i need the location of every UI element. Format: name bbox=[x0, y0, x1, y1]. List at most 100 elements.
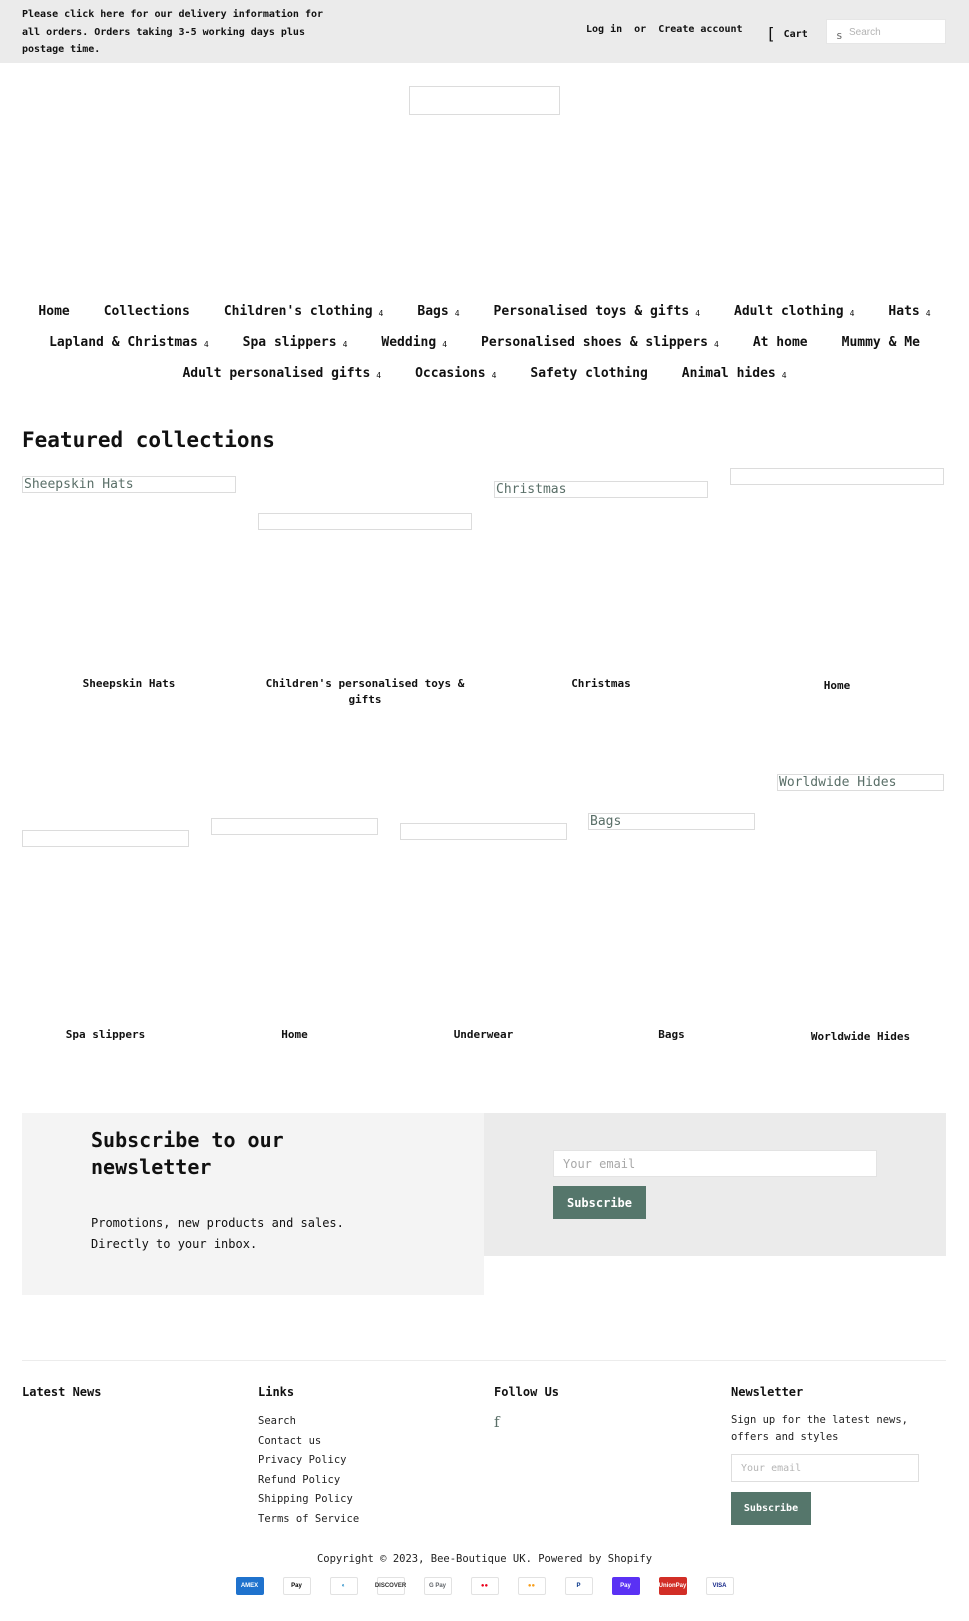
nav-row: Adult personalised gifts 4 Occasions 4 Safet… bbox=[0, 358, 969, 389]
or-text: or bbox=[634, 24, 647, 35]
nav-item-label: Safety clothing bbox=[530, 366, 648, 381]
chevron-down-icon: 4 bbox=[376, 371, 382, 380]
paypal-icon: P bbox=[564, 1577, 593, 1595]
nav-item-mummy-and-me[interactable]: Mummy & Me bbox=[842, 335, 920, 350]
diners-club-icon: ◐ bbox=[329, 1577, 358, 1595]
nav-item-animal-hides[interactable]: Animal hides 4 bbox=[682, 366, 787, 381]
chevron-down-icon: 4 bbox=[695, 309, 701, 318]
chevron-down-icon: 4 bbox=[442, 340, 448, 349]
chevron-down-icon: 4 bbox=[849, 309, 855, 318]
cart-label: Cart bbox=[783, 29, 808, 40]
newsletter-subscribe-button[interactable]: Subscribe bbox=[553, 1186, 646, 1219]
nav-item-safety-clothing[interactable]: Safety clothing bbox=[530, 366, 647, 381]
nav-item-children-s-clothing[interactable]: Children's clothing 4 bbox=[224, 304, 384, 319]
footer-link-contact-us[interactable]: Contact us bbox=[258, 1432, 359, 1452]
search-icon[interactable]: s bbox=[836, 29, 843, 42]
footer-link-refund-policy[interactable]: Refund Policy bbox=[258, 1471, 359, 1491]
chevron-down-icon: 4 bbox=[454, 309, 460, 318]
search-box: s bbox=[826, 19, 946, 44]
collection-title[interactable]: Children's personalised toys & gifts bbox=[258, 676, 472, 708]
collection-image[interactable]: Bags bbox=[588, 813, 755, 830]
collection-image[interactable] bbox=[730, 468, 944, 485]
footer-divider bbox=[22, 1360, 946, 1361]
collection-image[interactable] bbox=[211, 818, 378, 835]
nav-item-adult-personalised-gifts[interactable]: Adult personalised gifts 4 bbox=[182, 366, 381, 381]
collection-image[interactable] bbox=[400, 823, 567, 840]
create-account-link[interactable]: Create account bbox=[658, 24, 742, 35]
payment-icons: AMEX Pay ◐ DISCOVER G Pay ●● ●● P Pay UnionPay VIS… bbox=[0, 1577, 969, 1595]
collection-image[interactable] bbox=[22, 830, 189, 847]
follow-us-heading: Follow Us bbox=[494, 1385, 560, 1399]
maestro-icon: ●● bbox=[470, 1577, 499, 1595]
nav-item-label: Personalised shoes & slippers bbox=[481, 335, 708, 350]
footer-link-privacy-policy[interactable]: Privacy Policy bbox=[258, 1451, 359, 1471]
collection-image[interactable] bbox=[258, 513, 472, 530]
chevron-down-icon: 4 bbox=[378, 309, 384, 318]
collection-title[interactable]: Underwear bbox=[400, 1027, 567, 1043]
visa-icon: VISA bbox=[705, 1577, 734, 1595]
chevron-down-icon: 4 bbox=[714, 340, 719, 349]
site-logo[interactable] bbox=[409, 86, 560, 115]
nav-item-home[interactable]: Home bbox=[38, 304, 69, 319]
american-express-icon: AMEX bbox=[235, 1577, 264, 1595]
newsletter-info-panel: Subscribe to our newsletter Promotions, … bbox=[22, 1113, 484, 1295]
footer-newsletter-text: Sign up for the latest news, offers and … bbox=[731, 1414, 909, 1443]
search-input[interactable] bbox=[849, 23, 941, 41]
footer-link-shipping-policy[interactable]: Shipping Policy bbox=[258, 1490, 359, 1510]
collection-image[interactable]: Worldwide Hides bbox=[777, 774, 944, 791]
newsletter-form-panel: Subscribe bbox=[484, 1113, 946, 1256]
shop-pay-icon: Pay bbox=[611, 1577, 640, 1595]
nav-item-label: Lapland & Christmas bbox=[49, 335, 198, 350]
newsletter-email-input[interactable] bbox=[553, 1150, 877, 1177]
collection-image[interactable]: Christmas bbox=[494, 481, 708, 498]
login-link[interactable]: Log in bbox=[586, 24, 622, 35]
main-navigation: Home Collections Children's clothing 4 Bags 4… bbox=[0, 296, 969, 389]
footer-link-search[interactable]: Search bbox=[258, 1412, 359, 1432]
links-heading: Links bbox=[258, 1385, 295, 1399]
nav-item-personalised-toys-and-gifts[interactable]: Personalised toys & gifts 4 bbox=[494, 304, 701, 319]
nav-item-label: Animal hides bbox=[681, 366, 776, 381]
footer-latest-news: Latest News bbox=[22, 1385, 101, 1412]
collection-image[interactable]: Sheepskin Hats bbox=[22, 476, 236, 493]
chevron-down-icon: 4 bbox=[925, 309, 931, 318]
nav-item-label: At home bbox=[752, 335, 808, 350]
facebook-icon[interactable]: f bbox=[494, 1413, 500, 1431]
featured-collections-title: Featured collections bbox=[22, 428, 275, 452]
nav-item-personalised-shoes-and-slippers[interactable]: Personalised shoes & slippers 4 bbox=[481, 335, 719, 350]
account-links: Log in or Create account bbox=[586, 24, 749, 35]
nav-item-collections[interactable]: Collections bbox=[104, 304, 190, 319]
nav-item-label: Hats bbox=[888, 304, 920, 319]
newsletter-title: Subscribe to our newsletter bbox=[91, 1128, 284, 1179]
collection-title[interactable]: Sheepskin Hats bbox=[22, 676, 236, 692]
nav-item-spa-slippers[interactable]: Spa slippers 4 bbox=[243, 335, 348, 350]
discover-icon: DISCOVER bbox=[375, 1577, 406, 1595]
nav-item-label: Spa slippers bbox=[242, 335, 337, 350]
nav-item-at-home[interactable]: At home bbox=[753, 335, 808, 350]
nav-item-lapland-and-christmas[interactable]: Lapland & Christmas 4 bbox=[49, 335, 209, 350]
nav-item-label: Occasions bbox=[415, 366, 486, 381]
cart-link[interactable]: [Cart bbox=[766, 22, 808, 43]
footer-link-terms-of-service[interactable]: Terms of Service bbox=[258, 1510, 359, 1530]
chevron-down-icon: 4 bbox=[203, 340, 209, 349]
nav-item-label: Bags bbox=[417, 304, 449, 319]
collection-title[interactable]: Home bbox=[730, 678, 944, 694]
nav-item-label: Personalised toys & gifts bbox=[493, 304, 690, 319]
collection-title[interactable]: Home bbox=[211, 1027, 378, 1043]
nav-item-hats[interactable]: Hats 4 bbox=[888, 304, 930, 319]
top-bar: Please click here for our delivery infor… bbox=[0, 0, 969, 63]
nav-item-wedding[interactable]: Wedding 4 bbox=[381, 335, 447, 350]
collection-title[interactable]: Christmas bbox=[494, 676, 708, 692]
collection-title[interactable]: Bags bbox=[588, 1027, 755, 1043]
collection-title[interactable]: Spa slippers bbox=[22, 1027, 189, 1043]
nav-item-bags[interactable]: Bags 4 bbox=[417, 304, 459, 319]
nav-item-adult-clothing[interactable]: Adult clothing 4 bbox=[734, 304, 854, 319]
nav-item-label: Home bbox=[38, 304, 70, 319]
announcement-link[interactable]: Please click here for our delivery infor… bbox=[22, 6, 342, 59]
chevron-down-icon: 4 bbox=[491, 371, 497, 380]
nav-item-label: Collections bbox=[103, 304, 190, 319]
google-pay-icon: G Pay bbox=[423, 1577, 452, 1595]
footer-email-input[interactable] bbox=[731, 1454, 919, 1482]
nav-item-occasions[interactable]: Occasions 4 bbox=[415, 366, 496, 381]
footer-subscribe-button[interactable]: Subscribe bbox=[731, 1492, 811, 1525]
collection-title[interactable]: Worldwide Hides bbox=[777, 1029, 944, 1045]
